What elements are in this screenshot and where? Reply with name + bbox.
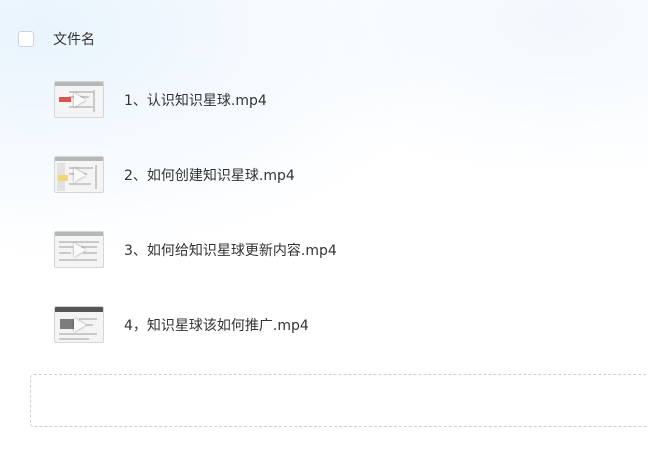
file-row[interactable]: 2、如何创建知识星球.mp4 [0, 156, 648, 194]
upload-dropzone[interactable] [30, 374, 648, 427]
video-thumbnail-icon[interactable] [54, 306, 104, 343]
video-thumbnail-icon[interactable] [54, 231, 104, 268]
file-list-header: 文件名 [18, 29, 95, 49]
file-row[interactable]: 1、认识知识星球.mp4 [0, 81, 648, 119]
play-icon [74, 318, 86, 332]
play-icon [74, 243, 86, 257]
filename-column-label: 文件名 [53, 32, 95, 48]
play-icon [74, 168, 86, 182]
file-row[interactable]: 4，知识星球该如何推广.mp4 [0, 306, 648, 344]
play-icon [74, 93, 86, 107]
select-all-checkbox[interactable] [18, 31, 34, 47]
file-row[interactable]: 3、如何给知识星球更新内容.mp4 [0, 231, 648, 269]
file-name[interactable]: 3、如何给知识星球更新内容.mp4 [124, 240, 337, 260]
file-name[interactable]: 1、认识知识星球.mp4 [124, 90, 267, 110]
file-name[interactable]: 4，知识星球该如何推广.mp4 [124, 315, 309, 335]
video-thumbnail-icon[interactable] [54, 81, 104, 118]
video-thumbnail-icon[interactable] [54, 156, 104, 193]
file-name[interactable]: 2、如何创建知识星球.mp4 [124, 165, 295, 185]
